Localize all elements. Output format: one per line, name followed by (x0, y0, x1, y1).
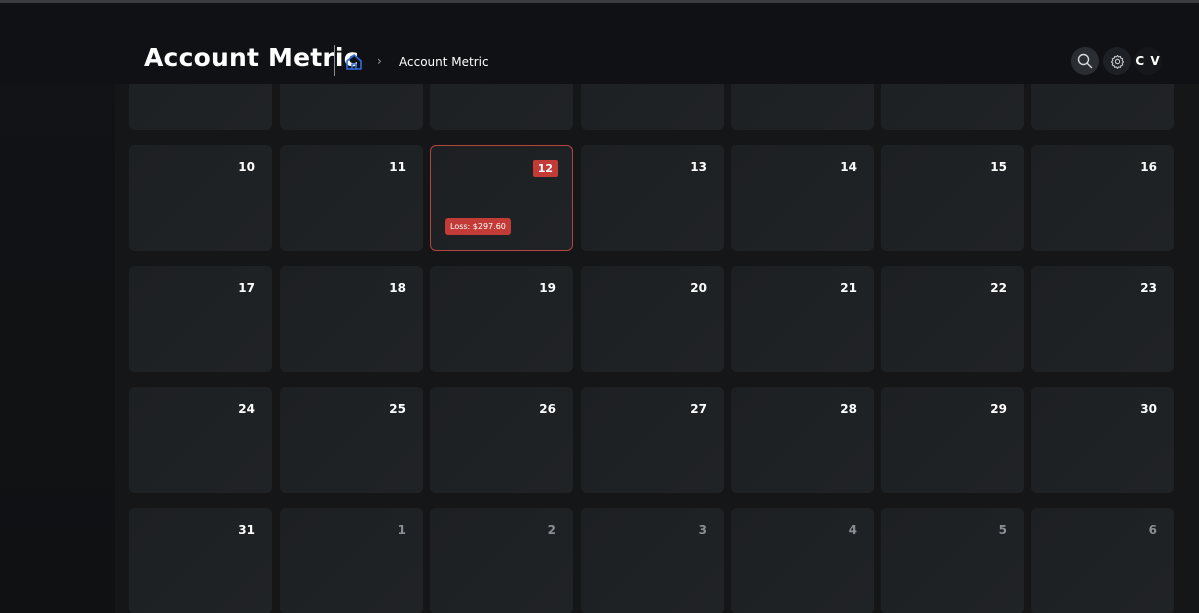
calendar-day-number: 18 (389, 281, 406, 295)
home-icon[interactable] (345, 53, 363, 71)
calendar-day-number: 21 (840, 281, 857, 295)
calendar-day-number: 14 (840, 160, 857, 174)
calendar-day-number: 30 (1140, 402, 1157, 416)
calendar-day-number: 28 (840, 402, 857, 416)
calendar-day-number: 22 (990, 281, 1007, 295)
calendar-day-number: 13 (690, 160, 707, 174)
calendar-day-cell[interactable] (430, 84, 573, 130)
calendar-day-number: 12 (532, 160, 558, 177)
calendar-day-cell[interactable]: 15 (881, 145, 1024, 251)
calendar-day-cell[interactable]: 13 (581, 145, 724, 251)
search-icon (1077, 53, 1093, 69)
calendar-day-cell[interactable]: 16 (1031, 145, 1174, 251)
breadcrumb-separator: › (377, 54, 382, 68)
calendar-day-number: 27 (690, 402, 707, 416)
calendar-day-cell[interactable]: 5 (881, 508, 1024, 613)
calendar-day-cell[interactable]: 24 (129, 387, 272, 493)
calendar-day-cell[interactable] (1031, 84, 1174, 130)
calendar-day-cell[interactable]: 11 (280, 145, 423, 251)
calendar-day-cell[interactable]: 23 (1031, 266, 1174, 372)
calendar-day-cell[interactable]: 18 (280, 266, 423, 372)
calendar-day-cell[interactable]: 12 Loss: $297.60 (430, 145, 573, 251)
calendar-day-cell[interactable]: 6 (1031, 508, 1174, 613)
avatar[interactable]: C V (1134, 47, 1162, 75)
gear-icon (1110, 54, 1124, 69)
calendar-day-cell[interactable] (731, 84, 874, 130)
loss-badge: Loss: $297.60 (445, 218, 511, 235)
calendar-day-number: 5 (998, 523, 1007, 537)
calendar-day-cell[interactable]: 31 (129, 508, 272, 613)
calendar-day-cell[interactable] (280, 84, 423, 130)
calendar-day-cell[interactable]: 3 (581, 508, 724, 613)
calendar-day-number: 15 (990, 160, 1007, 174)
calendar-day-cell[interactable]: 10 (129, 145, 272, 251)
calendar-day-number: 26 (539, 402, 556, 416)
calendar-day-cell[interactable]: 28 (731, 387, 874, 493)
calendar-day-cell[interactable]: 30 (1031, 387, 1174, 493)
calendar-day-number: 1 (397, 523, 406, 537)
search-button[interactable] (1071, 47, 1099, 75)
calendar-day-cell[interactable] (581, 84, 724, 130)
calendar-grid: 10 11 12 Loss: $297.60 13 14 15 16 17 18 19 20 21 22 2… (115, 84, 1199, 613)
calendar-day-cell[interactable]: 27 (581, 387, 724, 493)
breadcrumb-current[interactable]: Account Metric (399, 55, 489, 69)
calendar-day-cell[interactable] (881, 84, 1024, 130)
calendar-day-cell[interactable]: 29 (881, 387, 1024, 493)
calendar-day-number: 11 (389, 160, 406, 174)
calendar-day-number: 10 (238, 160, 255, 174)
calendar-day-number: 31 (238, 523, 255, 537)
calendar-day-number: 19 (539, 281, 556, 295)
calendar-day-cell[interactable]: 1 (280, 508, 423, 613)
calendar-day-number: 6 (1148, 523, 1157, 537)
calendar-day-number: 4 (848, 523, 857, 537)
calendar-day-number: 20 (690, 281, 707, 295)
calendar-day-cell[interactable]: 21 (731, 266, 874, 372)
calendar-day-cell[interactable]: 26 (430, 387, 573, 493)
calendar-day-cell[interactable]: 22 (881, 266, 1024, 372)
calendar-day-number: 23 (1140, 281, 1157, 295)
calendar-day-number: 17 (238, 281, 255, 295)
calendar-day-cell[interactable]: 19 (430, 266, 573, 372)
calendar-day-cell[interactable]: 4 (731, 508, 874, 613)
calendar-day-cell[interactable] (129, 84, 272, 130)
title-divider (334, 45, 335, 76)
sidebar-panel (0, 3, 115, 613)
calendar-day-cell[interactable]: 25 (280, 387, 423, 493)
calendar-day-cell[interactable]: 2 (430, 508, 573, 613)
calendar-day-number: 2 (547, 523, 556, 537)
calendar-day-number: 29 (990, 402, 1007, 416)
calendar-day-cell[interactable]: 14 (731, 145, 874, 251)
page-title: Account Metric (144, 43, 359, 72)
settings-button[interactable] (1103, 47, 1131, 75)
calendar-day-cell[interactable]: 17 (129, 266, 272, 372)
calendar-day-number: 24 (238, 402, 255, 416)
calendar-day-number: 16 (1140, 160, 1157, 174)
calendar-day-number: 3 (698, 523, 707, 537)
calendar-day-number: 25 (389, 402, 406, 416)
calendar-day-cell[interactable]: 20 (581, 266, 724, 372)
